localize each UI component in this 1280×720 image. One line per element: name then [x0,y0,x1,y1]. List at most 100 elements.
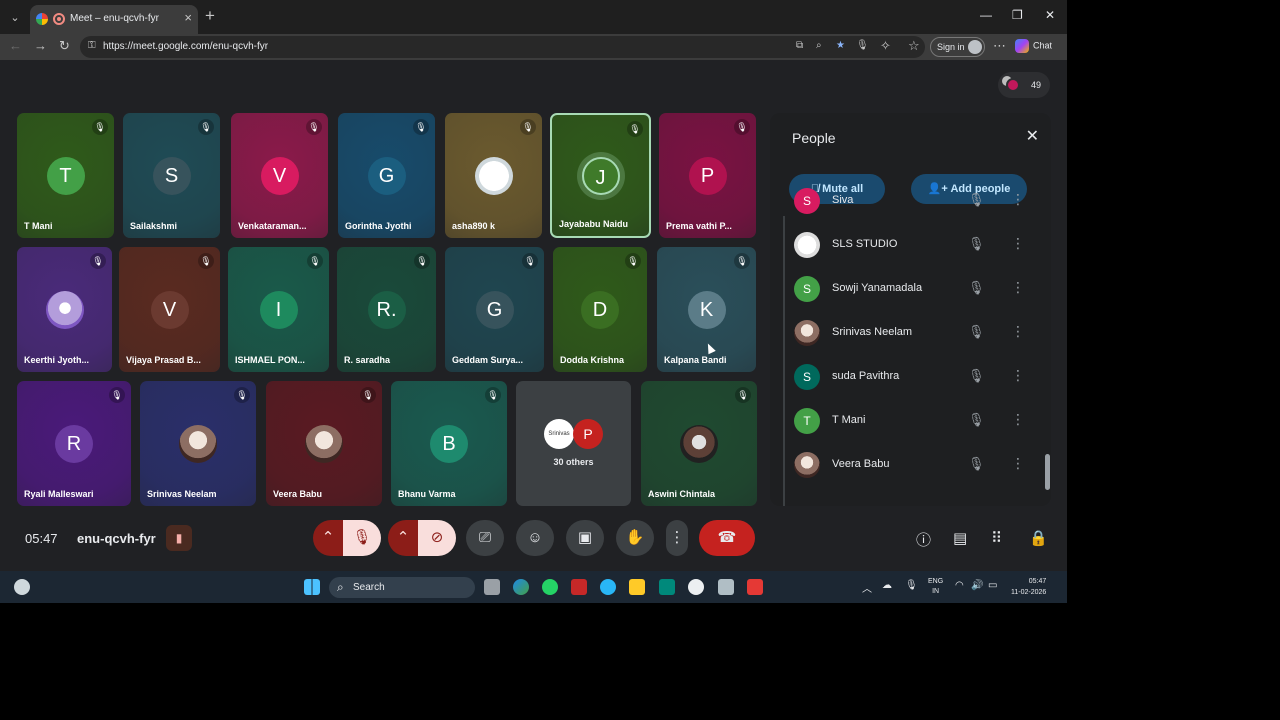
taskbar-search[interactable]: Search [329,577,475,598]
mcafee-icon[interactable] [571,579,587,595]
participant-tile[interactable]: 🎙 asha890 k [445,113,542,238]
battery-icon[interactable]: ▭ [988,580,997,591]
mic-options-button[interactable]: ⌃ [313,520,343,556]
people-list-scrollbar[interactable] [1045,454,1050,490]
people-list-item[interactable]: Veera Babu 🎙 ⋮ [780,443,1040,487]
participant-tile[interactable]: 🎙 Keerthi Jyoth... [17,247,112,372]
people-list-item[interactable]: Ssuda Pavithra 🎙 ⋮ [780,355,1040,399]
minimize-icon[interactable]: — [980,8,992,22]
forward-icon[interactable]: → [34,38,47,53]
captions-button[interactable]: ▣ [566,520,604,556]
onedrive-icon[interactable]: ☁ [882,580,892,591]
activities-icon[interactable]: ▮ [166,525,192,551]
open-in-app-icon[interactable]: ⧉ [796,40,803,51]
host-controls-icon[interactable]: 🔒 [1029,529,1048,547]
leave-call-button[interactable]: ☎ [699,520,755,556]
participant-tile[interactable]: 🎙 Aswini Chintala [641,381,757,506]
favorite-icon[interactable]: ★ [836,40,845,51]
zoom-icon[interactable]: ⌕ [816,40,822,51]
participant-tile[interactable]: S 🎙 Sailakshmi [123,113,220,238]
address-bar[interactable]: ⚿ https://meet.google.com/enu-qcvh-fyr ⧉… [80,36,925,58]
app-icon[interactable] [600,579,616,595]
participant-tile[interactable]: G 🎙 Geddam Surya... [445,247,544,372]
more-options-icon[interactable]: ⋮ [1011,411,1025,428]
mic-toggle-button[interactable]: 🎙 [343,520,381,556]
mic-off-icon[interactable]: 🎙 [968,456,985,472]
people-list-item[interactable]: Srinivas Neelam 🎙 ⋮ [780,311,1040,355]
participant-tile[interactable]: 🎙 Veera Babu [266,381,382,506]
mic-off-icon[interactable]: 🎙 [968,192,985,208]
site-info-icon[interactable]: ⚿ [88,40,96,51]
participant-tile[interactable]: I 🎙 ISHMAEL PON... [228,247,329,372]
volume-icon[interactable]: 🔊 [971,580,983,591]
tray-chevron-icon[interactable]: ︿ [862,580,872,595]
participant-tile[interactable]: G 🎙 Gorintha Jyothi [338,113,435,238]
camera-toggle-button[interactable]: ⊘ [418,520,456,556]
close-panel-icon[interactable]: ✕ [1026,126,1039,146]
new-tab-icon[interactable]: + [205,6,215,26]
participant-tile[interactable]: R 🎙 Ryali Malleswari [17,381,131,506]
more-options-icon[interactable]: ⋮ [1011,367,1025,384]
chat-icon[interactable]: ▤ [953,529,967,547]
camera-options-button[interactable]: ⌃ [388,520,418,556]
people-list-item[interactable]: S Sowji Yanamadala 🎙 ⋮ [780,267,1040,311]
participant-tile[interactable]: P 🎙 Prema vathi P... [659,113,756,238]
task-view-icon[interactable] [484,579,500,595]
wifi-icon[interactable]: ◠ [955,580,964,591]
participant-tile[interactable]: R. 🎙 R. saradha [337,247,436,372]
people-list-item[interactable]: SLS STUDIO 🎙 ⋮ [780,223,1040,267]
start-icon[interactable] [304,579,320,595]
participant-tile[interactable]: V 🎙 Venkataraman... [231,113,328,238]
youtube-icon[interactable] [747,579,763,595]
edge-icon[interactable] [513,579,529,595]
mic-permission-icon[interactable]: 🎙 [856,40,869,51]
participant-tile[interactable]: K 🎙 Kalpana Bandi [657,247,756,372]
maximize-icon[interactable]: ❐ [1012,8,1023,22]
mic-off-icon[interactable]: 🎙 [968,324,985,340]
reload-icon[interactable]: ↻ [59,38,70,54]
store-icon[interactable] [718,579,734,595]
more-options-icon[interactable]: ⋮ [1011,191,1025,208]
tray-mic-icon[interactable]: 🎙 [905,580,918,591]
mic-off-icon[interactable]: 🎙 [968,236,985,252]
back-icon[interactable]: ← [9,38,22,53]
participant-tile[interactable]: D 🎙 Dodda Krishna [553,247,647,372]
meet-app-icon[interactable] [659,579,675,595]
more-options-button[interactable]: ⋮ [666,520,688,556]
participant-tile[interactable]: J 🎙 Jayababu Naidu [550,113,651,238]
more-options-icon[interactable]: ⋮ [1011,279,1025,296]
meeting-details-icon[interactable]: ⓘ [916,529,931,550]
tab-search-icon[interactable]: ⌄ [6,9,24,27]
people-list-item[interactable]: T T Mani 🎙 ⋮ [780,399,1040,443]
browser-tab[interactable]: Meet – enu-qcvh-fyr × [30,5,198,34]
file-explorer-icon[interactable] [629,579,645,595]
participant-tile[interactable]: B 🎙 Bhanu Varma [391,381,507,506]
participant-tile[interactable]: 🎙 Srinivas Neelam [140,381,256,506]
participant-count-badge[interactable]: 49 [998,72,1050,98]
more-options-icon[interactable]: ⋮ [1011,455,1025,472]
mic-off-icon[interactable]: 🎙 [968,368,985,384]
more-options-icon[interactable]: ⋮ [1011,323,1025,340]
extensions-icon[interactable]: ✧ [880,38,891,54]
people-list-item[interactable]: S Siva 🎙 ⋮ [780,179,1040,223]
taskbar-clock[interactable]: 05:47 11-02-2026 [1011,576,1046,598]
favorites-icon[interactable]: ☆ [908,38,920,54]
close-window-icon[interactable]: ✕ [1045,8,1055,22]
participant-tile[interactable]: T 🎙 T Mani [17,113,114,238]
whatsapp-icon[interactable] [542,579,558,595]
copilot-chat-button[interactable]: Chat [1015,39,1052,53]
emoji-button[interactable]: ☺ [516,520,554,556]
mic-off-icon[interactable]: 🎙 [968,280,985,296]
weather-icon[interactable] [14,579,30,595]
language-indicator[interactable]: ENG IN [928,577,943,597]
settings-more-icon[interactable]: ⋯ [993,38,1006,54]
mic-off-icon[interactable]: 🎙 [968,412,985,428]
participant-tile[interactable]: V 🎙 Vijaya Prasad B... [119,247,220,372]
tab-close-icon[interactable]: × [184,10,192,25]
chrome-icon[interactable] [688,579,704,595]
more-options-icon[interactable]: ⋮ [1011,235,1025,252]
present-button[interactable]: ⎚ [466,520,504,556]
activities-grid-icon[interactable]: ⠿ [991,529,1002,547]
others-tile[interactable]: Srinivas P 30 others [516,381,631,506]
sign-in-button[interactable]: Sign in [930,37,985,57]
